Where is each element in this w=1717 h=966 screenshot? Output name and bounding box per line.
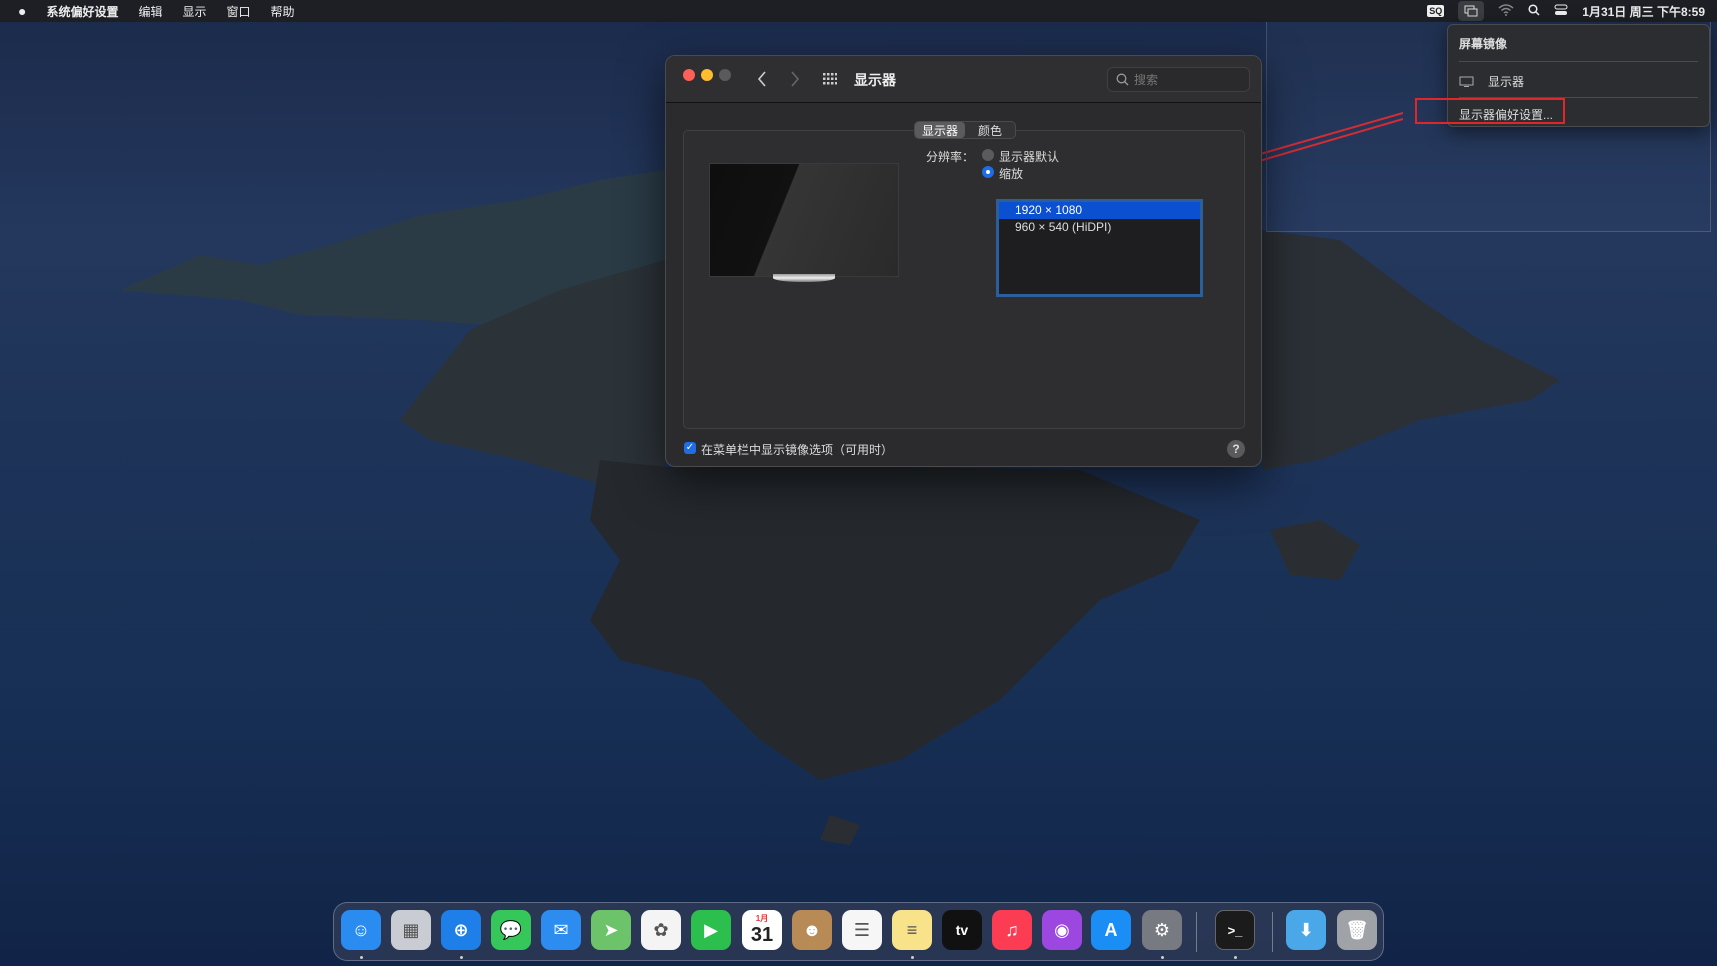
- screen-mirroring-icon[interactable]: [1458, 1, 1485, 21]
- calendar-day: 31: [750, 924, 774, 946]
- dock-trash-icon[interactable]: 🗑: [1337, 910, 1377, 950]
- close-button[interactable]: [683, 69, 695, 81]
- mirror-options-label[interactable]: 在菜单栏中显示镜像选项（可用时）: [701, 441, 893, 458]
- back-chevron-icon[interactable]: [757, 70, 767, 88]
- dock-facetime-icon[interactable]: ▶: [691, 910, 731, 950]
- display-preview-image: [709, 163, 899, 277]
- dock-contacts-icon[interactable]: ☻: [792, 910, 832, 950]
- menubar-clock[interactable]: 1月31日 周三 下午8:59: [1582, 3, 1705, 20]
- dock-music-icon[interactable]: ♫: [992, 910, 1032, 950]
- dock-safari-icon[interactable]: ⊕: [441, 910, 481, 950]
- running-indicator: [911, 956, 914, 959]
- display-icon: [1459, 76, 1474, 87]
- annotation-highlight-box: [1415, 98, 1565, 124]
- dock-maps-icon[interactable]: ➤: [591, 910, 631, 950]
- menubar: ● 系统偏好设置 编辑 显示 窗口 帮助 SQ 1月31日 周三 下午8:59: [0, 0, 1717, 22]
- zoom-button[interactable]: [719, 69, 731, 81]
- running-indicator: [460, 956, 463, 959]
- dock-app-store-icon[interactable]: A: [1091, 910, 1131, 950]
- sq-status-icon[interactable]: SQ: [1427, 5, 1445, 17]
- dock-mail-icon[interactable]: ✉: [541, 910, 581, 950]
- minimize-button[interactable]: [701, 69, 713, 81]
- forward-chevron-icon[interactable]: [790, 70, 800, 88]
- spotlight-search-icon[interactable]: [1528, 3, 1540, 19]
- dock-photos-icon[interactable]: ✿: [641, 910, 681, 950]
- resolution-list[interactable]: 1920 × 1080 960 × 540 (HiDPI): [996, 199, 1203, 297]
- display-stand: [773, 274, 835, 282]
- search-placeholder: 搜索: [1134, 73, 1159, 87]
- tab-display[interactable]: 显示器: [915, 122, 965, 138]
- dock-notes-icon[interactable]: ≡: [892, 910, 932, 950]
- menu-item-display[interactable]: 显示器: [1459, 73, 1524, 90]
- window-title: 显示器: [854, 72, 896, 88]
- title-bar: 显示器 搜索: [666, 56, 1261, 103]
- dock-system-preferences-icon[interactable]: ⚙: [1142, 910, 1182, 950]
- dock-messages-icon[interactable]: 💬: [491, 910, 531, 950]
- radio-scaled[interactable]: [982, 166, 994, 178]
- running-indicator: [1234, 956, 1237, 959]
- resolution-option-1920x1080[interactable]: 1920 × 1080: [999, 202, 1200, 219]
- displays-preferences-window: 显示器 搜索 显示器 颜色 分辨率： 显示器默认 缩放 1920 × 1080 …: [665, 55, 1262, 467]
- menu-window[interactable]: 窗口: [227, 3, 251, 20]
- control-center-icon[interactable]: [1554, 4, 1568, 19]
- dock-launchpad-icon[interactable]: ▦: [391, 910, 431, 950]
- menu-title: 屏幕镜像: [1459, 37, 1508, 51]
- menu-item-label: 显示器: [1488, 75, 1525, 89]
- tab-color[interactable]: 颜色: [965, 122, 1015, 138]
- running-indicator: [1161, 956, 1164, 959]
- dock-terminal-icon[interactable]: >_: [1215, 910, 1255, 950]
- tab-bar: 显示器 颜色: [914, 121, 1016, 139]
- calendar-month: 1月: [755, 914, 769, 923]
- menu-edit[interactable]: 编辑: [138, 3, 162, 20]
- help-button[interactable]: ?: [1227, 440, 1245, 458]
- radio-scaled-label[interactable]: 缩放: [999, 165, 1023, 182]
- mirror-options-checkbox[interactable]: ✓: [684, 442, 696, 454]
- radio-default-label[interactable]: 显示器默认: [999, 148, 1059, 165]
- show-all-grid-icon[interactable]: [823, 73, 837, 85]
- wifi-icon[interactable]: [1498, 3, 1514, 19]
- resolution-label: 分辨率：: [926, 150, 975, 164]
- dock-reminders-icon[interactable]: ☰: [842, 910, 882, 950]
- radio-default[interactable]: [982, 149, 994, 161]
- dock-finder-icon[interactable]: ☺: [341, 910, 381, 950]
- menu-system-preferences[interactable]: 系统偏好设置: [46, 3, 118, 20]
- menu-view[interactable]: 显示: [183, 3, 207, 20]
- dock-tv-icon[interactable]: tv: [942, 910, 982, 950]
- apple-icon[interactable]: ●: [18, 3, 26, 19]
- search-input[interactable]: 搜索: [1107, 67, 1250, 92]
- resolution-option-960x540[interactable]: 960 × 540 (HiDPI): [999, 219, 1200, 236]
- divider: [1459, 61, 1698, 62]
- dock-divider: [1272, 912, 1273, 952]
- dock-podcasts-icon[interactable]: ◉: [1042, 910, 1082, 950]
- search-icon: [1116, 73, 1129, 86]
- dock-downloads-icon[interactable]: ⬇: [1286, 910, 1326, 950]
- dock: ☺ ▦ ⊕ 💬 ✉ ➤ ✿ ▶ 1月 31 ☻ ☰ ≡ tv ♫ ◉ A ⚙ >_ ⬇ 🗑: [333, 902, 1384, 961]
- dock-divider: [1196, 912, 1197, 952]
- running-indicator: [360, 956, 363, 959]
- dock-calendar-icon[interactable]: 1月 31: [742, 910, 782, 950]
- menu-help[interactable]: 帮助: [271, 3, 295, 20]
